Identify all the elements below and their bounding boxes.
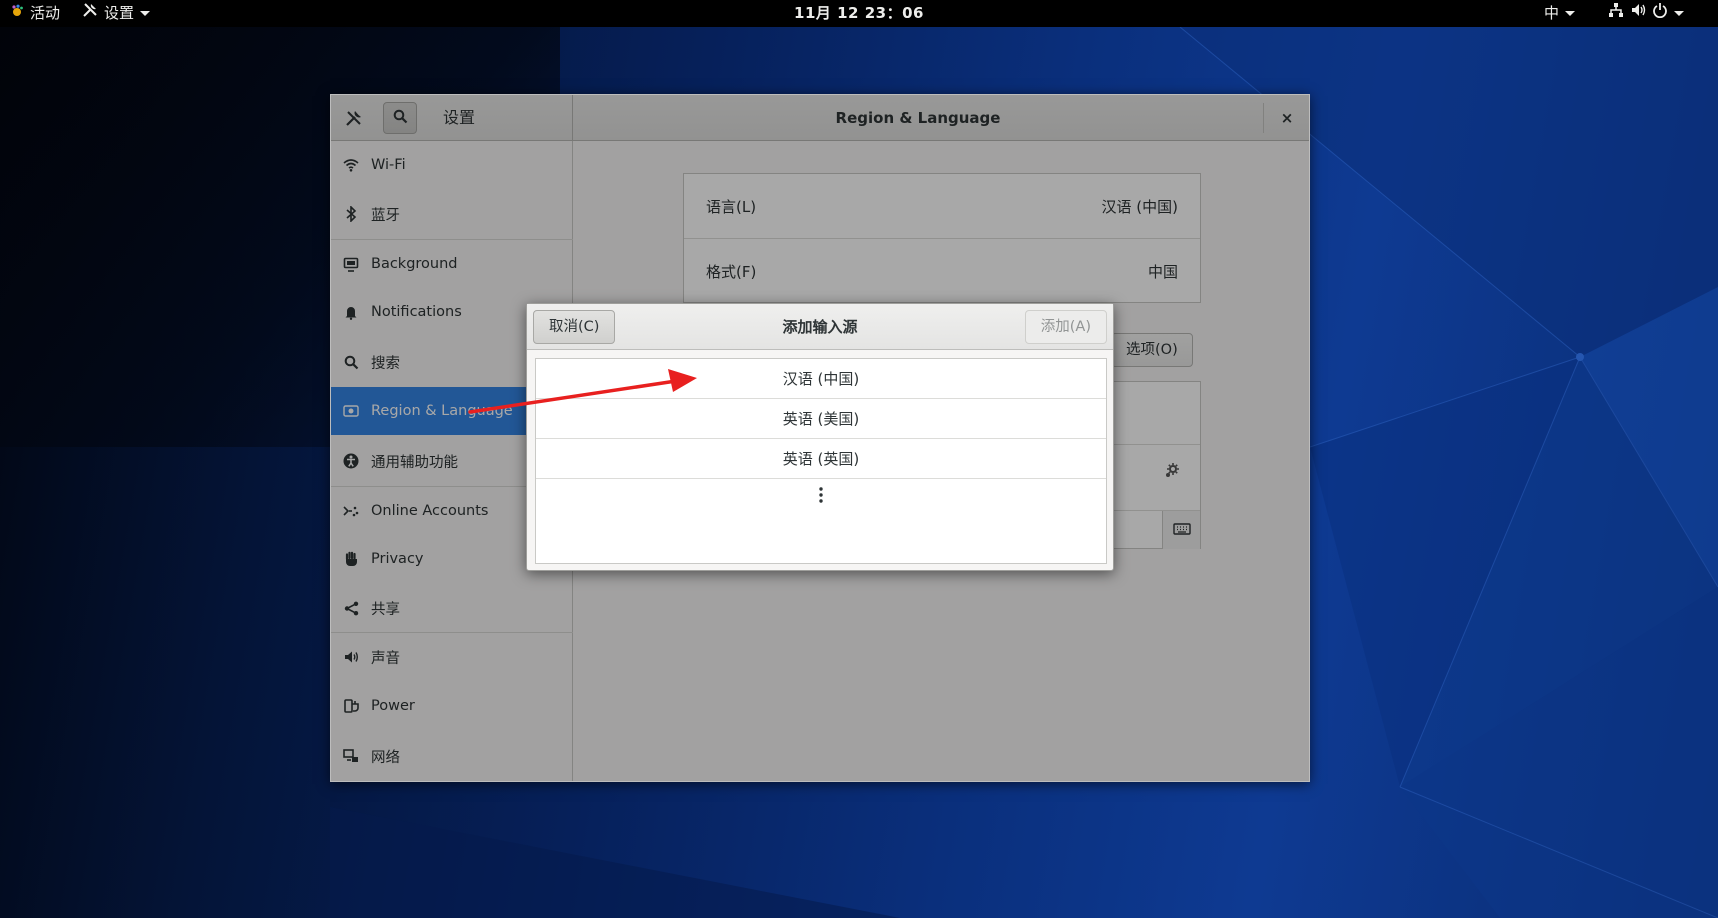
more-languages-button[interactable] — [536, 479, 1106, 515]
more-vertical-icon — [818, 486, 824, 508]
add-input-source-dialog: 添加输入源 取消(C) 添加(A) 汉语 (中国) 英语 (美国) 英语 (英国… — [526, 303, 1114, 571]
volume-icon — [1630, 0, 1646, 27]
input-method-button[interactable]: 中 — [1544, 0, 1576, 27]
add-button[interactable]: 添加(A) — [1024, 310, 1107, 344]
network-wired-icon — [1608, 0, 1624, 27]
top-bar: 活动 设置 11月 12 23：06 中 — [0, 0, 1718, 27]
chevron-down-icon — [1674, 11, 1684, 16]
language-list: 汉语 (中国) 英语 (美国) 英语 (英国) — [535, 358, 1107, 564]
dialog-header: 添加输入源 取消(C) 添加(A) — [527, 304, 1113, 350]
cancel-button[interactable]: 取消(C) — [533, 310, 616, 344]
list-item[interactable]: 英语 (美国) — [536, 399, 1106, 439]
clock-label: 11月 12 23：06 — [794, 4, 924, 22]
system-status-menu[interactable] — [1608, 0, 1684, 27]
clock-button[interactable]: 11月 12 23：06 — [0, 0, 1718, 27]
list-item[interactable]: 汉语 (中国) — [536, 359, 1106, 399]
power-icon — [1652, 0, 1668, 27]
chevron-down-icon — [1565, 11, 1576, 16]
input-method-label: 中 — [1544, 4, 1560, 22]
list-item[interactable]: 英语 (英国) — [536, 439, 1106, 479]
